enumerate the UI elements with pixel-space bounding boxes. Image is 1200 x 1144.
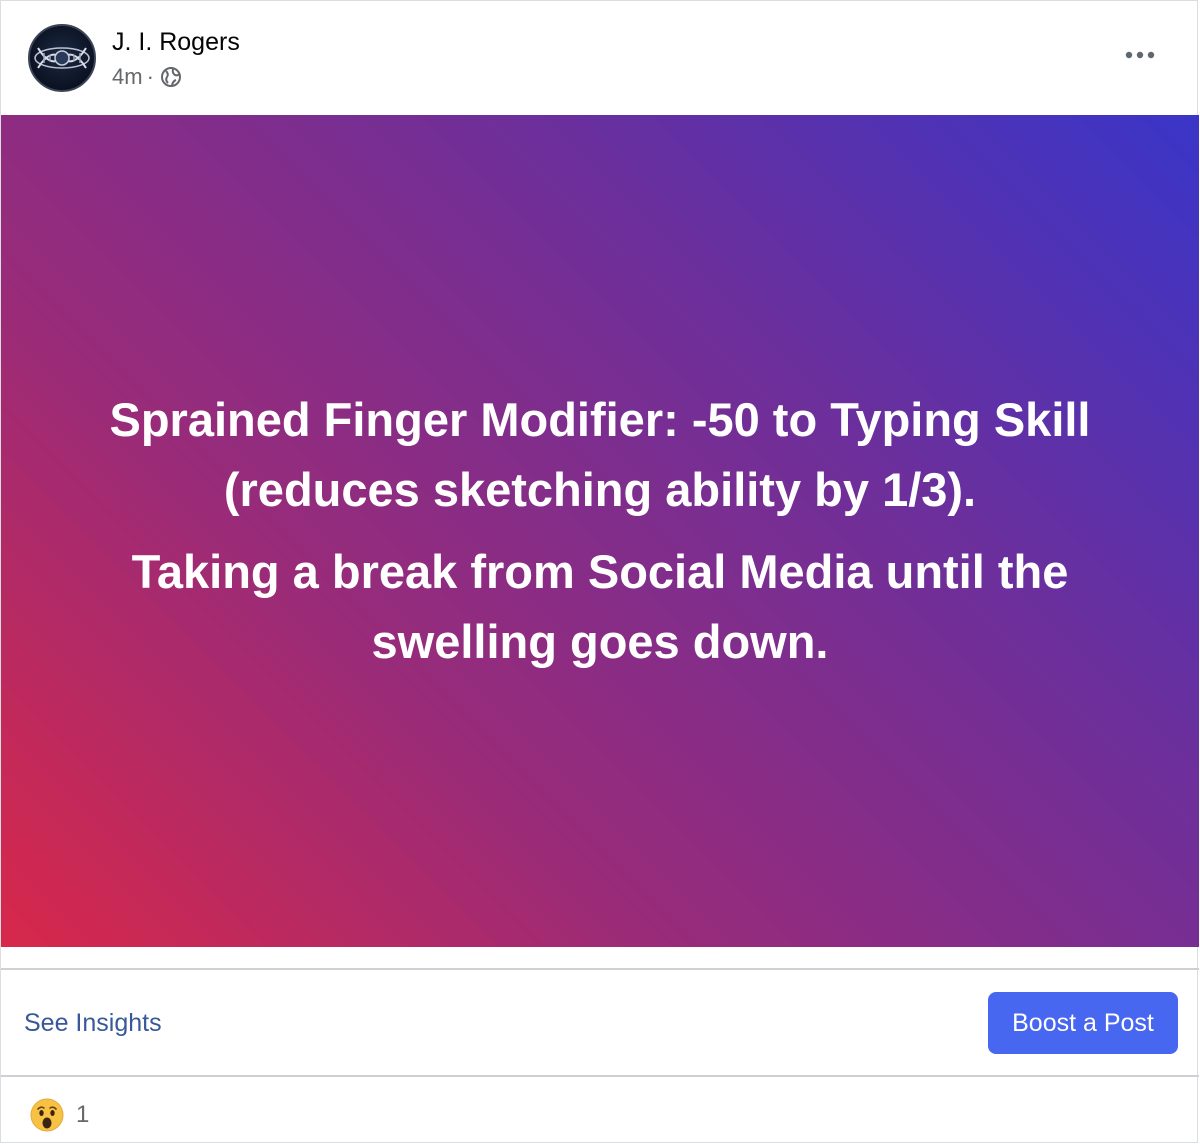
reactions-summary[interactable]: 1 [30, 1098, 89, 1132]
reaction-count: 1 [76, 1101, 90, 1128]
wow-reaction-icon [30, 1098, 64, 1132]
post-header: J. I. Rogers 4m · [1, 1, 1197, 115]
post-text-line-1: Sprained Finger Modifier: -50 to Typing … [109, 393, 1091, 516]
profile-avatar[interactable] [28, 24, 96, 92]
divider [1, 1075, 1199, 1077]
post-text-line-2: Taking a break from Social Media until t… [131, 545, 1069, 668]
dna-logo-icon [34, 47, 90, 69]
globe-icon[interactable] [160, 66, 182, 88]
post-card: J. I. Rogers 4m · Sprained Finger Modifi… [0, 0, 1199, 1143]
see-insights-link[interactable]: See Insights [24, 1005, 162, 1041]
more-options-icon [1125, 51, 1155, 59]
more-options-button[interactable] [1113, 35, 1167, 75]
author-name[interactable]: J. I. Rogers [112, 26, 240, 58]
post-meta: 4m · [112, 63, 182, 91]
post-text-background: Sprained Finger Modifier: -50 to Typing … [1, 115, 1199, 947]
boost-post-button[interactable]: Boost a Post [988, 992, 1178, 1054]
post-timestamp[interactable]: 4m [112, 63, 143, 91]
divider [1, 968, 1199, 970]
meta-separator: · [146, 64, 154, 89]
